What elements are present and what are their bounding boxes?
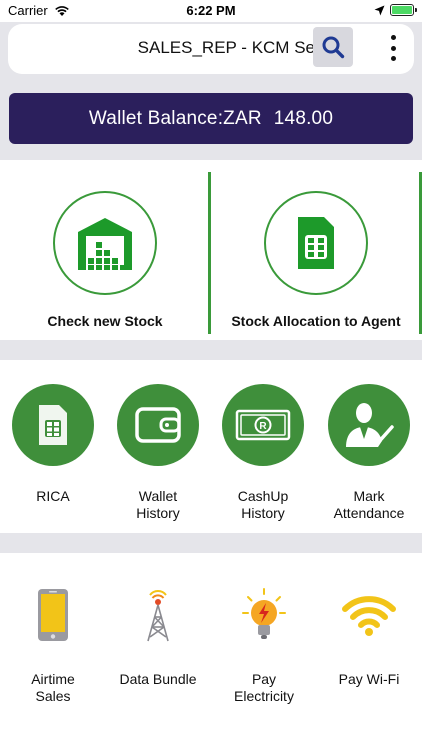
cashup-history-button[interactable]: R CashUp History (213, 384, 313, 522)
svg-text:R: R (259, 421, 267, 432)
mark-attendance-icon-disc (328, 384, 410, 466)
rica-label: RICA (36, 488, 70, 504)
search-button[interactable] (313, 27, 353, 67)
battery-icon (390, 4, 417, 16)
more-menu-button[interactable] (384, 33, 402, 63)
stock-actions-section: Check new Stock Stock Allocation to Agen… (0, 160, 422, 340)
check-new-stock-label: Check new Stock (47, 313, 163, 329)
more-vertical-icon (390, 35, 396, 40)
wallet-balance-label: Wallet Balance:ZAR (88, 107, 262, 129)
wallet-section: Wallet Balance:ZAR 148.00 (0, 82, 422, 160)
wallet-history-icon-disc (117, 384, 199, 466)
data-bundle-button[interactable]: Data Bundle (106, 585, 210, 688)
wifi-icon (342, 596, 396, 636)
wallet-icon (135, 407, 181, 443)
pay-wifi-icon-box (339, 585, 399, 645)
pay-electricity-label: Pay Electricity (234, 671, 294, 704)
search-icon (322, 36, 345, 59)
airtime-icon-box (23, 585, 83, 645)
app-header: SALES_REP - KCM Sello (8, 24, 414, 74)
mark-attendance-button[interactable]: Mark Attendance (319, 384, 419, 522)
data-bundle-label: Data Bundle (119, 671, 197, 687)
status-bar: Carrier 6:22 PM (0, 0, 422, 22)
utilities-section: Airtime Sales Data Bundle Pay Electricit… (0, 553, 422, 750)
header-area: SALES_REP - KCM Sello (0, 22, 422, 82)
pay-electricity-button[interactable]: Pay Electricity (212, 585, 316, 705)
warehouse-icon (78, 218, 132, 270)
mark-attendance-label: Mark Attendance (333, 488, 405, 521)
rica-icon-disc (12, 384, 94, 466)
pay-wifi-button[interactable]: Pay Wi-Fi (317, 585, 421, 688)
check-new-stock-icon-circle (53, 191, 157, 295)
section-gap (0, 533, 422, 553)
section-gap (0, 340, 422, 360)
status-right (374, 4, 417, 16)
cashup-history-label: CashUp History (237, 488, 289, 521)
check-new-stock-card[interactable]: Check new Stock (0, 172, 210, 334)
airtime-sales-button[interactable]: Airtime Sales (1, 585, 105, 705)
sim-card-icon (298, 217, 334, 269)
phone-icon (38, 589, 68, 641)
services-section: RICA Wallet History R CashUp History Mar… (0, 360, 422, 533)
pay-electricity-icon-box (234, 585, 294, 645)
cash-icon: R (235, 409, 291, 441)
person-check-icon (346, 403, 394, 447)
bulb-icon (242, 588, 286, 639)
tower-icon (147, 590, 169, 642)
pay-wifi-label: Pay Wi-Fi (338, 671, 400, 687)
data-bundle-icon-box (128, 585, 188, 645)
wallet-balance-amount: 148.00 (273, 107, 334, 129)
stock-allocation-card[interactable]: Stock Allocation to Agent (211, 172, 421, 334)
rica-button[interactable]: RICA (3, 384, 103, 505)
page-title: SALES_REP - KCM Sello (137, 38, 332, 57)
stock-allocation-label: Stock Allocation to Agent (231, 313, 401, 329)
cashup-history-icon-disc: R (222, 384, 304, 466)
sim-card-icon (39, 405, 67, 445)
wallet-balance-banner: Wallet Balance:ZAR 148.00 (9, 93, 413, 144)
wallet-history-button[interactable]: Wallet History (108, 384, 208, 522)
wallet-history-label: Wallet History (136, 488, 180, 521)
airtime-sales-label: Airtime Sales (31, 671, 75, 704)
status-time: 6:22 PM (186, 3, 236, 18)
location-arrow-icon (374, 5, 385, 15)
stock-allocation-icon-circle (264, 191, 368, 295)
